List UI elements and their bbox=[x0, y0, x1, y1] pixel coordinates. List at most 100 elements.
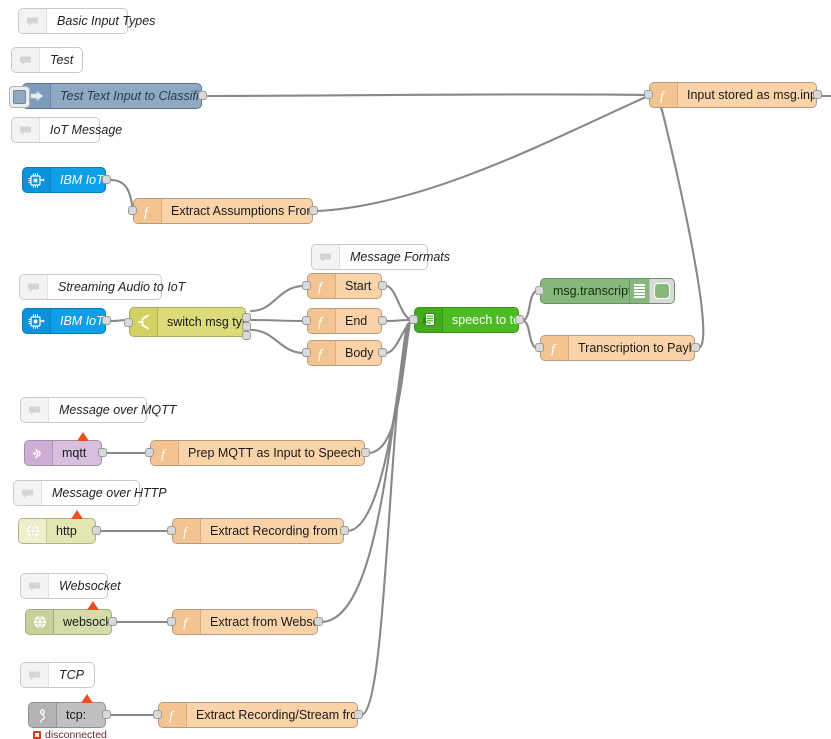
node-http-in[interactable]: http bbox=[18, 510, 101, 544]
function-f-icon: f bbox=[541, 336, 569, 360]
output-port[interactable] bbox=[108, 617, 117, 626]
node-function-start[interactable]: f Start bbox=[302, 273, 387, 299]
node-ibm-iot-in-1[interactable]: IBM IoT bbox=[22, 167, 111, 193]
input-port[interactable] bbox=[124, 318, 133, 327]
input-port[interactable] bbox=[302, 316, 311, 325]
node-function-input-stored[interactable]: f Input stored as msg.inputtext bbox=[644, 82, 822, 108]
function-f-icon: f bbox=[308, 341, 336, 365]
wire-switch-to-start bbox=[249, 284, 306, 313]
node-speech-to-text[interactable]: speech to text bbox=[409, 307, 524, 333]
input-port[interactable] bbox=[535, 286, 544, 295]
node-label: Extract Assumptions From IoT bbox=[171, 204, 312, 218]
output-port[interactable] bbox=[354, 710, 363, 719]
node-function-extract-recording-stream-tcp[interactable]: f Extract Recording/Stream from TCP bbox=[153, 702, 363, 728]
node-function-extract-recording-http[interactable]: f Extract Recording from HTTP bbox=[167, 518, 349, 544]
output-port[interactable] bbox=[691, 343, 700, 352]
wire-stt-to-debug bbox=[521, 289, 539, 322]
output-port[interactable] bbox=[813, 90, 822, 99]
node-websocket-in[interactable]: websocket bbox=[25, 601, 117, 635]
input-port[interactable] bbox=[167, 617, 176, 626]
input-port[interactable] bbox=[128, 206, 137, 215]
wire-start-to-stt bbox=[384, 284, 413, 322]
input-port[interactable] bbox=[302, 348, 311, 357]
node-inject-test-text-input[interactable]: Test Text Input to Classifier Tre bbox=[9, 83, 207, 109]
node-label: Transcription to Payload bbox=[578, 341, 694, 355]
comment-node-tcp[interactable]: TCP bbox=[20, 662, 95, 688]
comment-node-test[interactable]: Test bbox=[11, 47, 83, 73]
output-port[interactable] bbox=[198, 91, 207, 100]
input-port[interactable] bbox=[153, 710, 162, 719]
comment-icon bbox=[12, 118, 40, 142]
debug-toggle-button[interactable] bbox=[649, 279, 674, 303]
output-port[interactable] bbox=[102, 316, 111, 325]
output-port[interactable] bbox=[340, 526, 349, 535]
comment-node-message-formats[interactable]: Message Formats bbox=[311, 244, 450, 270]
node-function-extract-assumptions[interactable]: f Extract Assumptions From IoT bbox=[128, 198, 318, 224]
flow-canvas[interactable]: Basic Input Types Test IoT Message Strea… bbox=[0, 0, 831, 739]
wire-inject-to-inputstored bbox=[206, 93, 648, 98]
comment-label: Message over HTTP bbox=[52, 486, 167, 500]
node-function-transcription-to-payload[interactable]: f Transcription to Payload bbox=[535, 335, 700, 361]
node-label: Start bbox=[345, 279, 372, 293]
input-port[interactable] bbox=[167, 526, 176, 535]
function-f-icon: f bbox=[173, 519, 201, 543]
comment-node-message-over-http[interactable]: Message over HTTP bbox=[13, 480, 167, 506]
wire-end-to-stt bbox=[384, 318, 413, 323]
input-port[interactable] bbox=[644, 90, 653, 99]
output-port-3[interactable] bbox=[242, 331, 251, 340]
comment-label: Message over MQTT bbox=[59, 403, 177, 417]
comment-icon bbox=[19, 9, 47, 33]
node-function-prep-mqtt[interactable]: f Prep MQTT as Input to Speech to Text bbox=[145, 440, 370, 466]
comment-node-message-over-mqtt[interactable]: Message over MQTT bbox=[20, 397, 176, 423]
node-switch-msg-type[interactable]: switch msg type bbox=[124, 307, 251, 340]
svg-text:f: f bbox=[551, 342, 557, 356]
node-debug-msg-transcription[interactable]: msg.transcription bbox=[535, 278, 675, 304]
output-port[interactable] bbox=[378, 316, 387, 325]
node-label: Extract Recording from HTTP bbox=[210, 524, 343, 538]
comment-node-iot-message[interactable]: IoT Message bbox=[11, 117, 122, 143]
output-port[interactable] bbox=[361, 448, 370, 457]
comment-label: Test bbox=[50, 53, 74, 67]
output-port[interactable] bbox=[102, 710, 111, 719]
input-port[interactable] bbox=[302, 281, 311, 290]
warning-triangle-icon bbox=[71, 510, 83, 519]
node-label: End bbox=[345, 314, 368, 328]
comment-icon bbox=[14, 481, 42, 505]
input-port[interactable] bbox=[145, 448, 154, 457]
comment-node-websocket[interactable]: Websocket bbox=[20, 573, 121, 599]
output-port-1[interactable] bbox=[242, 313, 251, 322]
node-tcp-in[interactable]: tcp: bbox=[28, 694, 111, 728]
output-port[interactable] bbox=[98, 448, 107, 457]
node-mqtt-in[interactable]: mqtt bbox=[24, 432, 107, 466]
globe-icon bbox=[26, 610, 54, 634]
inject-trigger-button[interactable] bbox=[9, 86, 30, 108]
input-port[interactable] bbox=[409, 315, 418, 324]
function-f-icon: f bbox=[134, 199, 162, 223]
output-port[interactable] bbox=[378, 348, 387, 357]
wire-transcriptionpayload-to-inputstored bbox=[644, 94, 705, 350]
chip-icon bbox=[23, 168, 51, 192]
svg-text:f: f bbox=[318, 280, 324, 294]
input-port[interactable] bbox=[535, 343, 544, 352]
node-label: Input stored as msg.inputtext bbox=[687, 88, 816, 102]
globe-icon bbox=[19, 519, 47, 543]
output-port[interactable] bbox=[309, 206, 318, 215]
comment-node-basic-input-types[interactable]: Basic Input Types bbox=[18, 8, 155, 34]
wire-switch-to-body bbox=[249, 328, 306, 355]
node-function-body[interactable]: f Body bbox=[302, 340, 387, 366]
node-label: Extract from Websocket bbox=[210, 615, 317, 629]
comment-node-streaming-audio-to-iot[interactable]: Streaming Audio to IoT bbox=[19, 274, 185, 300]
node-label: switch msg type bbox=[167, 315, 245, 329]
function-f-icon: f bbox=[308, 309, 336, 333]
node-label: msg.transcription bbox=[553, 284, 629, 298]
output-port[interactable] bbox=[92, 526, 101, 535]
node-ibm-iot-in-2[interactable]: IBM IoT bbox=[22, 308, 111, 334]
output-port-2[interactable] bbox=[242, 322, 251, 331]
output-port[interactable] bbox=[515, 315, 524, 324]
node-function-end[interactable]: f End bbox=[302, 308, 387, 334]
output-port[interactable] bbox=[102, 175, 111, 184]
output-port[interactable] bbox=[378, 281, 387, 290]
node-label: Body bbox=[345, 346, 374, 360]
node-function-extract-from-websocket[interactable]: f Extract from Websocket bbox=[167, 609, 323, 635]
output-port[interactable] bbox=[314, 617, 323, 626]
